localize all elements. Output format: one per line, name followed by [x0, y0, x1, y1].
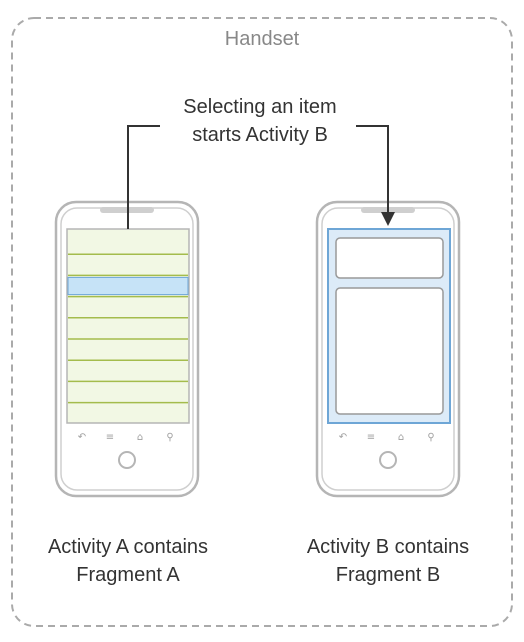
phone-a-caption-line-2: Fragment A [76, 564, 180, 586]
list-item[interactable] [68, 360, 188, 381]
handset-title: Handset [224, 28, 300, 50]
list-item[interactable] [68, 318, 188, 339]
search-key-icon: ⚲ [427, 432, 434, 443]
back-key-icon: ↶ [78, 432, 86, 443]
list-item-selected[interactable] [67, 276, 189, 296]
annotation-line-2: starts Activity B [192, 124, 328, 146]
fragment-b-top-pane [335, 237, 444, 279]
list-item[interactable] [68, 254, 188, 275]
fragment-a-list [67, 233, 189, 424]
list-item[interactable] [68, 381, 188, 402]
phone-b-caption-line-1: Activity B contains [306, 536, 470, 558]
home-key-icon: ⌂ [398, 432, 404, 443]
annotation-line-1: Selecting an item [183, 96, 337, 118]
home-key-icon: ⌂ [137, 432, 143, 443]
phone-b-trackball [379, 451, 397, 469]
phone-a: ↶ ≡ ⌂ ⚲ [54, 200, 200, 498]
back-key-icon: ↶ [339, 432, 347, 443]
list-item[interactable] [68, 297, 188, 318]
list-item[interactable] [68, 233, 188, 254]
phone-a-caption-line-1: Activity A contains [47, 536, 209, 558]
phone-b-caption-line-2: Fragment B [335, 564, 441, 586]
list-item[interactable] [68, 403, 188, 424]
list-item[interactable] [68, 339, 188, 360]
menu-key-icon: ≡ [106, 432, 114, 443]
phone-b: ↶ ≡ ⌂ ⚲ [315, 200, 461, 498]
phone-a-trackball [118, 451, 136, 469]
fragment-b-main-pane [335, 287, 444, 415]
search-key-icon: ⚲ [166, 432, 173, 443]
menu-key-icon: ≡ [367, 432, 375, 443]
